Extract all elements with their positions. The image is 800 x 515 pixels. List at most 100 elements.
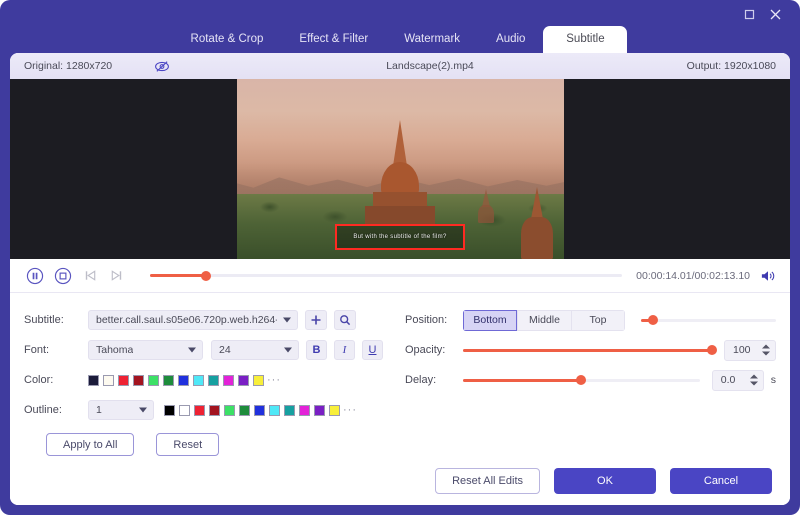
color-swatch-3[interactable] [133, 374, 144, 386]
stop-icon[interactable] [52, 265, 74, 287]
font-size-select[interactable]: 24 [211, 340, 299, 360]
position-segmented-control: Bottom Middle Top [463, 309, 625, 331]
color-swatch-4[interactable] [148, 374, 159, 386]
previous-frame-icon[interactable] [80, 265, 100, 287]
opacity-stepper[interactable] [762, 344, 770, 356]
tab-rotate-crop[interactable]: Rotate & Crop [173, 26, 282, 53]
subtitle-left-column: Subtitle: better.call.saul.s05e06.720p.w… [24, 305, 391, 456]
delay-stepper[interactable] [749, 374, 758, 386]
outline-swatch-3[interactable] [209, 404, 220, 416]
app-window: Rotate & Crop Effect & Filter Watermark … [0, 0, 800, 515]
seek-track [150, 274, 623, 277]
subtitle-controls: Subtitle: better.call.saul.s05e06.720p.w… [10, 293, 790, 458]
eye-slash-icon[interactable] [154, 60, 170, 73]
reset-all-edits-button[interactable]: Reset All Edits [435, 468, 540, 494]
subtitle-file-select[interactable]: better.call.saul.s05e06.720p.web.h264-xl… [88, 310, 298, 330]
delay-row: Delay: 0.0 s [405, 365, 776, 395]
seek-slider[interactable] [150, 269, 623, 283]
chevron-down-icon [283, 317, 291, 323]
volume-icon[interactable] [760, 269, 776, 283]
subtitle-file-value: better.call.saul.s05e06.720p.web.h264-xl… [96, 314, 277, 326]
tab-audio[interactable]: Audio [478, 26, 543, 53]
outline-swatch-5[interactable] [239, 404, 250, 416]
delay-slider[interactable] [463, 373, 700, 387]
position-row: Position: Bottom Middle Top [405, 305, 776, 335]
tab-subtitle[interactable]: Subtitle [543, 26, 628, 53]
reset-button[interactable]: Reset [156, 433, 220, 456]
add-subtitle-button[interactable] [305, 310, 327, 330]
color-swatch-1[interactable] [103, 374, 114, 386]
subtitle-overlay-box[interactable]: But with the subtitle of the film? [334, 224, 466, 250]
delay-value-field[interactable]: 0.0 [711, 369, 764, 391]
font-label: Font: [24, 344, 50, 356]
chevron-down-icon [188, 347, 196, 353]
outline-width-select[interactable]: 1 [88, 400, 154, 420]
outline-swatch-4[interactable] [224, 404, 235, 416]
ok-button[interactable]: OK [554, 468, 656, 494]
next-frame-icon[interactable] [106, 265, 126, 287]
color-swatch-11[interactable] [253, 374, 264, 386]
close-icon[interactable] [762, 3, 788, 25]
position-option-middle[interactable]: Middle [517, 309, 571, 331]
outline-swatch-6[interactable] [254, 404, 265, 416]
original-resolution-label: Original: 1280x720 [24, 60, 113, 72]
pause-icon[interactable] [24, 265, 46, 287]
subtitle-overlay-text: But with the subtitle of the film? [353, 234, 447, 240]
more-outline-colors-button[interactable]: ··· [343, 404, 357, 416]
color-swatch-2[interactable] [118, 374, 129, 386]
outline-swatch-8[interactable] [284, 404, 295, 416]
cancel-button[interactable]: Cancel [670, 468, 772, 494]
underline-button[interactable]: U [362, 340, 383, 360]
outline-swatch-7[interactable] [269, 404, 280, 416]
tab-watermark[interactable]: Watermark [386, 26, 478, 53]
outline-swatch-9[interactable] [299, 404, 310, 416]
outline-swatch-11[interactable] [329, 404, 340, 416]
search-subtitle-button[interactable] [334, 310, 356, 330]
seek-thumb[interactable] [200, 270, 211, 281]
color-swatch-6[interactable] [178, 374, 189, 386]
apply-button-row: Apply to All Reset [24, 425, 391, 456]
position-slider[interactable] [641, 313, 776, 327]
italic-button[interactable]: I [334, 340, 355, 360]
opacity-value: 100 [733, 344, 751, 356]
filename-label: Landscape(2).mp4 [386, 60, 474, 72]
color-swatch-10[interactable] [238, 374, 249, 386]
delay-slider-thumb[interactable] [576, 375, 587, 385]
footer-bar: Reset All Edits OK Cancel [10, 457, 790, 505]
color-swatch-8[interactable] [208, 374, 219, 386]
apply-to-all-button[interactable]: Apply to All [46, 433, 135, 456]
opacity-value-field[interactable]: 100 [724, 339, 776, 361]
opacity-slider-fill [463, 348, 712, 352]
position-option-bottom[interactable]: Bottom [463, 309, 517, 331]
color-swatch-9[interactable] [223, 374, 234, 386]
tab-effect-filter[interactable]: Effect & Filter [281, 26, 386, 53]
right-pagoda [514, 187, 560, 259]
position-option-top[interactable]: Top [571, 309, 625, 331]
font-row: Font: Tahoma 24 B I U [24, 335, 391, 365]
more-colors-button[interactable]: ··· [267, 374, 281, 386]
small-pagoda [475, 189, 497, 223]
position-slider-thumb[interactable] [648, 315, 659, 325]
outline-swatch-0[interactable] [164, 404, 175, 416]
opacity-row: Opacity: 100 [405, 335, 776, 365]
bold-button[interactable]: B [306, 340, 327, 360]
subtitle-right-column: Position: Bottom Middle Top Opacity: 100… [391, 305, 776, 456]
title-bar [0, 0, 800, 28]
maximize-icon[interactable] [736, 3, 762, 25]
position-label: Position: [405, 314, 448, 326]
opacity-slider-thumb[interactable] [707, 345, 717, 355]
delay-value: 0.0 [720, 374, 736, 386]
outline-swatch-10[interactable] [314, 404, 325, 416]
opacity-slider[interactable] [463, 343, 717, 357]
chevron-down-icon [284, 347, 292, 353]
outline-swatch-1[interactable] [179, 404, 190, 416]
output-resolution-label: Output: 1920x1080 [686, 60, 776, 72]
color-swatch-7[interactable] [193, 374, 204, 386]
font-size-value: 24 [219, 344, 231, 356]
font-family-select[interactable]: Tahoma [88, 340, 203, 360]
delay-label: Delay: [405, 374, 437, 386]
outline-swatch-list [164, 404, 340, 416]
color-swatch-5[interactable] [163, 374, 174, 386]
color-swatch-0[interactable] [88, 374, 99, 386]
outline-swatch-2[interactable] [194, 404, 205, 416]
